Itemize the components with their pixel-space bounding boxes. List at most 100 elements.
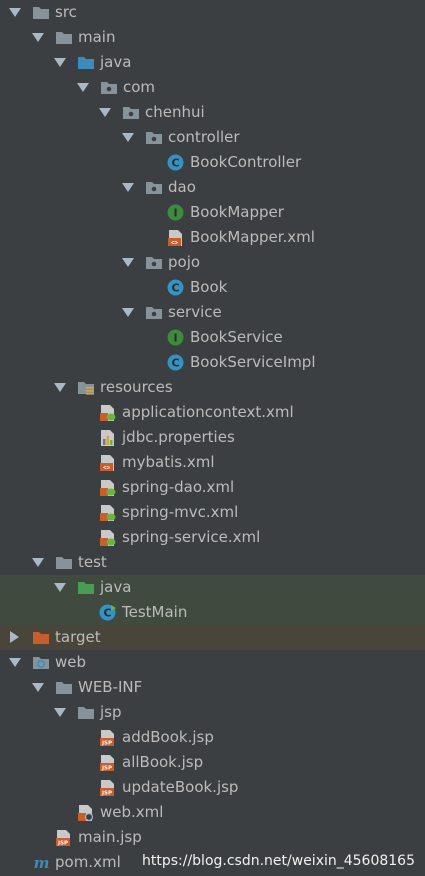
tree-node-jdbc-properties[interactable]: jdbc.properties xyxy=(0,425,425,450)
tree-node-label: controller xyxy=(168,128,240,146)
chevron-down-icon[interactable] xyxy=(122,183,134,192)
tree-node-web[interactable]: web xyxy=(0,650,425,675)
spring-xml-icon xyxy=(100,530,116,546)
tree-node-controller[interactable]: controller xyxy=(0,125,425,150)
maven-icon: m xyxy=(34,855,50,871)
tree-node-target[interactable]: target xyxy=(0,625,425,650)
interface-icon: I xyxy=(167,204,184,221)
tree-node-bookmapper[interactable]: I BookMapper xyxy=(0,200,425,225)
package-icon xyxy=(146,257,162,269)
tree-node-web-xml[interactable]: web.xml xyxy=(0,800,425,825)
jsp-file-icon: JSP xyxy=(100,730,114,747)
svg-text:JSP: JSP xyxy=(57,841,68,847)
tree-node-label: BookService xyxy=(190,328,283,346)
chevron-down-icon[interactable] xyxy=(99,108,111,117)
tree-node-chenhui[interactable]: chenhui xyxy=(0,100,425,125)
class-icon: C xyxy=(167,154,184,171)
tree-node-bookservice[interactable]: I BookService xyxy=(0,325,425,350)
tree-node-com[interactable]: com xyxy=(0,75,425,100)
tree-node-bookcontroller[interactable]: C BookController xyxy=(0,150,425,175)
svg-text:C: C xyxy=(171,357,179,370)
tree-node-applicationcontext-xml[interactable]: applicationcontext.xml xyxy=(0,400,425,425)
chevron-down-icon[interactable] xyxy=(54,583,66,592)
tree-node-spring-dao-xml[interactable]: spring-dao.xml xyxy=(0,475,425,500)
tree-node-main-jsp[interactable]: JSP main.jsp xyxy=(0,825,425,850)
chevron-down-icon[interactable] xyxy=(54,58,66,67)
tree-node-test-java[interactable]: java xyxy=(0,575,425,600)
chevron-down-icon[interactable] xyxy=(9,658,21,667)
tree-node-label: BookServiceImpl xyxy=(190,353,316,371)
class-icon: C xyxy=(167,354,184,371)
tree-node-jsp[interactable]: jsp xyxy=(0,700,425,725)
folder-icon xyxy=(78,707,94,719)
tree-node-label: addBook.jsp xyxy=(122,728,214,746)
web-xml-icon xyxy=(78,805,94,822)
tree-node-label: pom.xml xyxy=(55,853,121,871)
test-class-icon: C xyxy=(99,604,116,621)
tree-node-label: spring-dao.xml xyxy=(122,478,235,496)
tree-node-label: BookMapper xyxy=(190,203,284,221)
chevron-down-icon[interactable] xyxy=(54,708,66,717)
chevron-down-icon[interactable] xyxy=(122,308,134,317)
svg-text:m: m xyxy=(34,855,50,871)
package-icon xyxy=(146,182,162,194)
chevron-down-icon[interactable] xyxy=(9,8,21,17)
watermark: https://blog.csdn.net/weixin_45608165 xyxy=(141,853,415,869)
tree-node-label: dao xyxy=(168,178,196,196)
chevron-right-icon[interactable] xyxy=(10,631,19,643)
tree-node-label: com xyxy=(123,78,156,96)
tree-node-label: mybatis.xml xyxy=(122,453,215,471)
tree-node-label: main.jsp xyxy=(78,828,142,846)
tree-node-dao[interactable]: dao xyxy=(0,175,425,200)
tree-node-resources[interactable]: resources xyxy=(0,375,425,400)
svg-text:JSP: JSP xyxy=(101,741,112,747)
svg-text:<>: <> xyxy=(171,240,179,247)
tree-node-src[interactable]: src xyxy=(0,0,425,25)
tree-node-java[interactable]: java xyxy=(0,50,425,75)
tree-node-book[interactable]: C Book xyxy=(0,275,425,300)
package-icon xyxy=(101,82,117,94)
tree-node-label: java xyxy=(100,53,132,71)
chevron-down-icon[interactable] xyxy=(32,558,44,567)
tree-node-label: spring-mvc.xml xyxy=(122,503,239,521)
svg-text:JSP: JSP xyxy=(101,766,112,772)
tree-node-mybatis-xml[interactable]: <> mybatis.xml xyxy=(0,450,425,475)
xml-file-icon: <> xyxy=(168,230,182,247)
tree-node-spring-mvc-xml[interactable]: spring-mvc.xml xyxy=(0,500,425,525)
interface-icon: I xyxy=(167,329,184,346)
svg-text:C: C xyxy=(103,607,111,620)
source-folder-icon xyxy=(78,57,94,69)
tree-node-bookserviceimpl[interactable]: C BookServiceImpl xyxy=(0,350,425,375)
tree-node-pojo[interactable]: pojo xyxy=(0,250,425,275)
tree-node-addbook-jsp[interactable]: JSP addBook.jsp xyxy=(0,725,425,750)
chevron-down-icon[interactable] xyxy=(32,33,44,42)
chevron-down-icon[interactable] xyxy=(32,683,44,692)
xml-file-icon: <> xyxy=(100,455,114,472)
tree-node-label: main xyxy=(78,28,116,46)
tree-node-web-inf[interactable]: WEB-INF xyxy=(0,675,425,700)
spring-xml-icon xyxy=(100,405,116,421)
tree-node-service[interactable]: service xyxy=(0,300,425,325)
tree-node-test[interactable]: test xyxy=(0,550,425,575)
tree-node-main[interactable]: main xyxy=(0,25,425,50)
tree-node-label: BookMapper.xml xyxy=(190,228,315,246)
chevron-down-icon[interactable] xyxy=(122,258,134,267)
tree-node-label: chenhui xyxy=(145,103,205,121)
excluded-folder-icon xyxy=(33,632,49,644)
tree-node-bookmapper-xml[interactable]: <> BookMapper.xml xyxy=(0,225,425,250)
chevron-down-icon[interactable] xyxy=(54,383,66,392)
jsp-file-icon: JSP xyxy=(100,780,114,797)
tree-node-testmain[interactable]: C TestMain xyxy=(0,600,425,625)
tree-node-label: BookController xyxy=(190,153,302,171)
tree-node-label: web xyxy=(55,653,87,671)
spring-xml-icon xyxy=(100,480,116,496)
tree-node-updatebook-jsp[interactable]: JSP updateBook.jsp xyxy=(0,775,425,800)
tree-node-label: service xyxy=(168,303,222,321)
tree-node-allbook-jsp[interactable]: JSP allBook.jsp xyxy=(0,750,425,775)
tree-node-label: allBook.jsp xyxy=(122,753,204,771)
chevron-down-icon[interactable] xyxy=(77,83,89,92)
chevron-down-icon[interactable] xyxy=(122,133,134,142)
class-icon: C xyxy=(167,279,184,296)
jsp-file-icon: JSP xyxy=(56,830,70,847)
tree-node-spring-service-xml[interactable]: spring-service.xml xyxy=(0,525,425,550)
